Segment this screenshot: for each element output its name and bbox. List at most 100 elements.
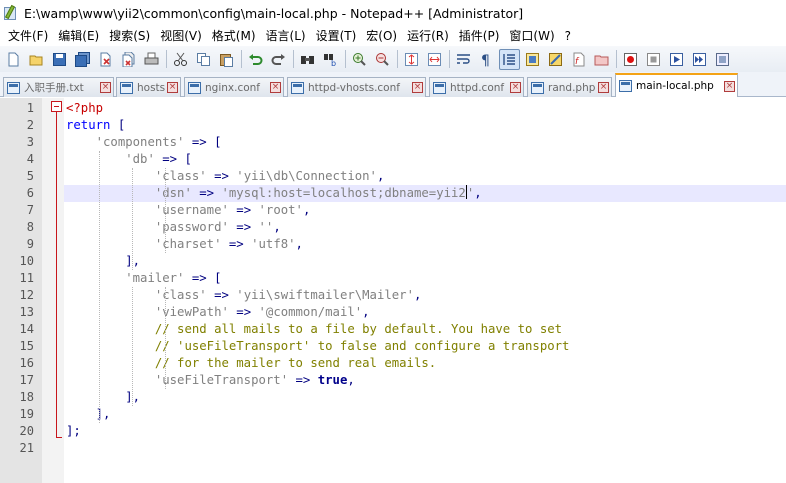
- menu-item-2[interactable]: 搜索(S): [104, 26, 155, 46]
- function-list-button[interactable]: f: [568, 49, 589, 70]
- token-str: 'username': [154, 203, 229, 217]
- code-area[interactable]: <?php return [ 'components' => [ 'db' => …: [64, 98, 786, 483]
- token-op: ,: [474, 186, 482, 200]
- cut-button[interactable]: [170, 49, 191, 70]
- code-line[interactable]: <?php: [64, 100, 786, 117]
- close-tab-icon[interactable]: ×: [270, 82, 281, 93]
- zoom-in-button[interactable]: [349, 49, 370, 70]
- menu-item-1[interactable]: 编辑(E): [53, 26, 104, 46]
- show-all-chars-button[interactable]: ¶: [476, 49, 497, 70]
- line-number: 2: [26, 118, 34, 132]
- menu-item-3[interactable]: 视图(V): [155, 26, 207, 46]
- menu-item-0[interactable]: 文件(F): [3, 26, 53, 46]
- code-line[interactable]: 'class' => 'yii\swiftmailer\Mailer',: [64, 287, 786, 304]
- line-number: 3: [26, 135, 34, 149]
- current-line[interactable]: 'dsn' => 'mysql:host=localhost;dbname=yi…: [64, 185, 786, 202]
- tab-1[interactable]: 入职手册.txt ×: [3, 77, 114, 97]
- close-tab-icon[interactable]: ×: [100, 82, 111, 93]
- fold-toggle-icon[interactable]: [51, 101, 62, 112]
- paste-button[interactable]: [216, 49, 237, 70]
- replace-button[interactable]: b: [320, 49, 341, 70]
- menu-item-4[interactable]: 格式(M): [207, 26, 261, 46]
- menu-item-5[interactable]: 语言(L): [261, 26, 311, 46]
- play-macro-button[interactable]: [666, 49, 687, 70]
- doc-map-button[interactable]: [545, 49, 566, 70]
- save-all-button[interactable]: [72, 49, 93, 70]
- zoom-out-button[interactable]: [372, 49, 393, 70]
- tab-3[interactable]: nginx.conf ×: [184, 77, 284, 97]
- undo-button[interactable]: [245, 49, 266, 70]
- word-wrap-button[interactable]: [453, 49, 474, 70]
- code-line[interactable]: 'charset' => 'utf8',: [64, 236, 786, 253]
- code-line[interactable]: ];: [64, 423, 786, 440]
- indent-guide-button[interactable]: [499, 48, 520, 70]
- code-line[interactable]: 'username' => 'root',: [64, 202, 786, 219]
- tab-label: httpd-vhosts.conf: [308, 81, 400, 94]
- tab-2[interactable]: hosts ×: [116, 77, 181, 97]
- code-line[interactable]: 'useFileTransport' => true,: [64, 372, 786, 389]
- code-line[interactable]: ],: [64, 406, 786, 423]
- token-op: =>: [236, 220, 252, 234]
- code-line[interactable]: ],: [64, 253, 786, 270]
- paste-icon: [219, 52, 234, 67]
- close-tab-icon[interactable]: ×: [510, 82, 521, 93]
- sync-vertical-button[interactable]: [401, 49, 422, 70]
- close-tab-icon[interactable]: ×: [598, 82, 609, 93]
- save-macro-button[interactable]: [712, 49, 733, 70]
- folder-workspace-button[interactable]: [591, 49, 612, 70]
- menu-item-9[interactable]: 插件(P): [454, 26, 505, 46]
- menu-item-6[interactable]: 设置(T): [311, 26, 362, 46]
- stop-record-button[interactable]: [643, 49, 664, 70]
- redo-button[interactable]: [268, 49, 289, 70]
- close-tab-icon[interactable]: ×: [724, 80, 735, 92]
- record-macro-button[interactable]: [620, 49, 641, 70]
- menu-item-10[interactable]: 窗口(W): [504, 26, 559, 46]
- open-file-button[interactable]: [26, 49, 47, 70]
- code-line[interactable]: 'components' => [: [64, 134, 786, 151]
- code-line[interactable]: ],: [64, 389, 786, 406]
- token-op: =>: [191, 271, 207, 285]
- menu-item-7[interactable]: 宏(O): [361, 26, 402, 46]
- tab-4[interactable]: httpd-vhosts.conf ×: [287, 77, 426, 97]
- print-button[interactable]: [141, 49, 162, 70]
- sync-horizontal-button[interactable]: [424, 49, 445, 70]
- code-line[interactable]: // for the mailer to send real emails.: [64, 355, 786, 372]
- close-button[interactable]: [95, 49, 116, 70]
- editor[interactable]: 1 2 3 4 5 6 7 8 9 10 11 12 13 14 15 16 17 18 19 20 21 <?php r…: [0, 98, 786, 483]
- code-line[interactable]: 'mailer' => [: [64, 270, 786, 287]
- code-line[interactable]: 'class' => 'yii\db\Connection',: [64, 168, 786, 185]
- line-number: 6: [26, 186, 34, 200]
- code-line[interactable]: 'password' => '',: [64, 219, 786, 236]
- token-op: ,: [302, 203, 311, 217]
- cut-icon: [173, 52, 188, 67]
- find-button[interactable]: [297, 49, 318, 70]
- close-tab-icon[interactable]: ×: [167, 82, 178, 93]
- save-all-icon: [75, 51, 90, 67]
- run-macro-multiple-button[interactable]: [689, 49, 710, 70]
- tab-5[interactable]: httpd.conf ×: [429, 77, 524, 97]
- user-language-button[interactable]: [522, 49, 543, 70]
- tab-6[interactable]: rand.php ×: [527, 77, 612, 97]
- save-macro-icon: [715, 52, 730, 67]
- fold-margin[interactable]: [42, 98, 64, 483]
- code-line[interactable]: // 'useFileTransport' to false and confi…: [64, 338, 786, 355]
- token-op: ];: [66, 424, 81, 438]
- save-button[interactable]: [49, 49, 70, 70]
- code-line[interactable]: 'viewPath' => '@common/mail',: [64, 304, 786, 321]
- code-line[interactable]: [64, 440, 786, 457]
- code-line[interactable]: // send all mails to a file by default. …: [64, 321, 786, 338]
- tab-7[interactable]: main-local.php ×: [615, 73, 738, 97]
- copy-button[interactable]: [193, 49, 214, 70]
- menu-item-8[interactable]: 运行(R): [402, 26, 454, 46]
- code-line[interactable]: 'db' => [: [64, 151, 786, 168]
- close-tab-icon[interactable]: ×: [412, 82, 423, 93]
- new-file-button[interactable]: [3, 49, 24, 70]
- code-line[interactable]: return [: [64, 117, 786, 134]
- menu-item-11[interactable]: ?: [560, 26, 576, 46]
- close-all-button[interactable]: [118, 49, 139, 70]
